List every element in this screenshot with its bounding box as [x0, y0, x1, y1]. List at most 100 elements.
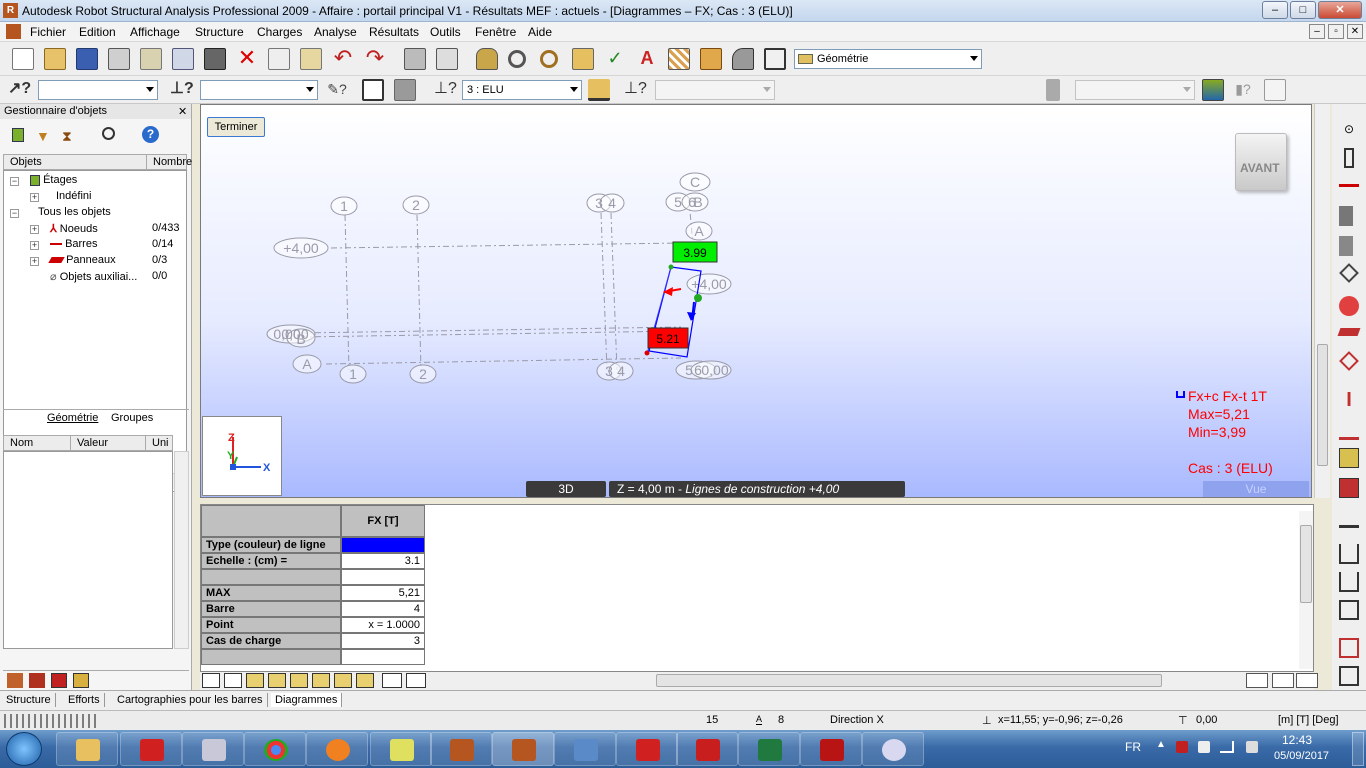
structure-type-icon[interactable]: [1046, 79, 1060, 101]
diagram-type-icon[interactable]: [224, 673, 242, 688]
node-point[interactable]: [644, 350, 650, 356]
open-icon[interactable]: [44, 48, 66, 70]
search-icon[interactable]: [102, 127, 115, 140]
taskbar-media[interactable]: [306, 732, 368, 766]
snap-tools-icon[interactable]: [4, 714, 100, 728]
paste-icon[interactable]: [300, 48, 322, 70]
tree-item-panels[interactable]: Panneaux: [48, 254, 116, 266]
work-plane-bar[interactable]: Z = 4,00 m - Lignes de construction +4,0…: [609, 481, 905, 497]
help-icon[interactable]: ?: [142, 126, 159, 143]
props-col-name[interactable]: Nom: [3, 435, 71, 451]
menu-edition[interactable]: Edition: [79, 25, 116, 39]
scroll-thumb[interactable]: [1317, 344, 1328, 466]
viewport-vscrollbar[interactable]: [1314, 104, 1330, 498]
new-icon[interactable]: [12, 48, 34, 70]
taskbar-excel[interactable]: [738, 732, 800, 766]
collapse-icon[interactable]: −: [10, 177, 19, 186]
taskbar-autocad-ws[interactable]: [616, 732, 678, 766]
tool-icon[interactable]: [73, 673, 89, 688]
line-color-cell[interactable]: [341, 537, 425, 553]
tray-expand-icon[interactable]: ▲: [1156, 739, 1166, 750]
expand-icon[interactable]: +: [30, 257, 39, 266]
undo-icon[interactable]: ↶: [332, 47, 354, 70]
table-header-fx[interactable]: FX [T]: [341, 505, 425, 537]
wrench-icon[interactable]: [732, 48, 754, 70]
taskbar-explorer[interactable]: [56, 732, 118, 766]
properties-grid[interactable]: [3, 451, 173, 649]
menu-aide[interactable]: Aide: [528, 25, 552, 39]
props-col-value[interactable]: Valeur: [70, 435, 146, 451]
mode-icon[interactable]: ⊥?: [624, 79, 647, 101]
section-icon[interactable]: [1339, 236, 1353, 256]
show-desktop-button[interactable]: [1352, 732, 1364, 766]
section-icon[interactable]: [1339, 206, 1353, 226]
diagram-type-icon[interactable]: [268, 673, 286, 688]
tree-item-nodes[interactable]: ⅄ Noeuds: [50, 222, 98, 235]
release-icon[interactable]: [1339, 508, 1359, 528]
bracing-icon[interactable]: [1339, 572, 1359, 592]
tab-diagrams[interactable]: Diagrammes: [271, 693, 343, 707]
zoom-all-icon[interactable]: [540, 50, 558, 68]
taskbar-calculator[interactable]: [182, 732, 244, 766]
number-display-icon[interactable]: [382, 673, 402, 688]
scroll-thumb[interactable]: [1300, 525, 1312, 603]
panel-icon[interactable]: [1339, 263, 1359, 283]
slab-icon[interactable]: [1337, 328, 1361, 336]
chart-icon[interactable]: [1272, 673, 1294, 688]
table-row-value[interactable]: [341, 569, 425, 585]
floor-query-icon[interactable]: ▮?: [1232, 79, 1254, 101]
collapse-icon[interactable]: −: [10, 209, 19, 218]
node-point[interactable]: [694, 294, 702, 302]
tab-groups[interactable]: Groupes: [111, 412, 153, 424]
menu-charges[interactable]: Charges: [257, 25, 302, 39]
table-icon[interactable]: [436, 48, 458, 70]
expand-icon[interactable]: +: [30, 225, 39, 234]
check-icon[interactable]: ✓: [604, 48, 626, 70]
node-number-icon[interactable]: ⊙: [1339, 122, 1359, 142]
section-icon[interactable]: A: [636, 48, 658, 70]
mdi-minimize-button[interactable]: –: [1309, 24, 1325, 39]
diagram-type-icon[interactable]: [290, 673, 308, 688]
floor-table-icon[interactable]: [1264, 79, 1286, 101]
table-row-value[interactable]: 3.1: [341, 553, 425, 569]
taskbar-robot-active[interactable]: [492, 732, 554, 766]
house-view-icon[interactable]: [362, 79, 384, 101]
volume-icon[interactable]: [1246, 741, 1258, 753]
redo-icon[interactable]: ↷: [364, 47, 386, 70]
tree-item-all-objects[interactable]: Tous les objets: [38, 206, 111, 218]
taskbar-acrobat[interactable]: [800, 732, 862, 766]
structure-type-select[interactable]: [1075, 80, 1195, 100]
tree-item-etages[interactable]: Étages: [30, 174, 77, 186]
load-case-icon[interactable]: [1339, 448, 1359, 468]
pan-icon[interactable]: [572, 48, 594, 70]
diagram-type-icon[interactable]: [356, 673, 374, 688]
hatch-icon[interactable]: [668, 48, 690, 70]
expand-icon[interactable]: +: [30, 193, 39, 202]
close-button[interactable]: ✕: [1318, 1, 1362, 19]
table-row-value[interactable]: x = 1.0000: [341, 617, 425, 633]
network-icon[interactable]: [1220, 741, 1234, 753]
table-vscrollbar[interactable]: [1299, 511, 1313, 669]
floor-icon[interactable]: [1202, 79, 1224, 101]
lock-icon[interactable]: [476, 48, 498, 70]
grid-icon[interactable]: [1339, 638, 1359, 658]
cancel-icon[interactable]: [1246, 673, 1268, 688]
props-col-unit[interactable]: Uni: [145, 435, 173, 451]
view-cube[interactable]: AVANT: [1231, 129, 1289, 193]
col-number[interactable]: Nombre: [146, 154, 192, 170]
close-panel-icon[interactable]: ✕: [178, 105, 187, 118]
frame-icon[interactable]: [1339, 600, 1359, 620]
app-icon[interactable]: R: [3, 3, 18, 18]
load-display-icon[interactable]: [588, 79, 610, 101]
print-icon[interactable]: [108, 48, 130, 70]
diagram-type-icon[interactable]: [202, 673, 220, 688]
maximize-button[interactable]: □: [1290, 1, 1316, 19]
calculator-icon[interactable]: [404, 48, 426, 70]
expand-icon[interactable]: +: [30, 241, 39, 250]
clock-date[interactable]: 05/09/2017: [1274, 750, 1329, 762]
node-selection-select[interactable]: [38, 80, 158, 100]
status-units[interactable]: [m] [T] [Deg]: [1278, 714, 1339, 726]
layout-select[interactable]: Géométrie: [794, 49, 982, 69]
structure-drawing[interactable]: 1 2 3 4 5 6 C B A +4,00 +4,00 0,00 0,00 …: [201, 105, 1311, 497]
tree-item-auxiliary[interactable]: ⌀ Objets auxiliai...: [50, 270, 137, 283]
